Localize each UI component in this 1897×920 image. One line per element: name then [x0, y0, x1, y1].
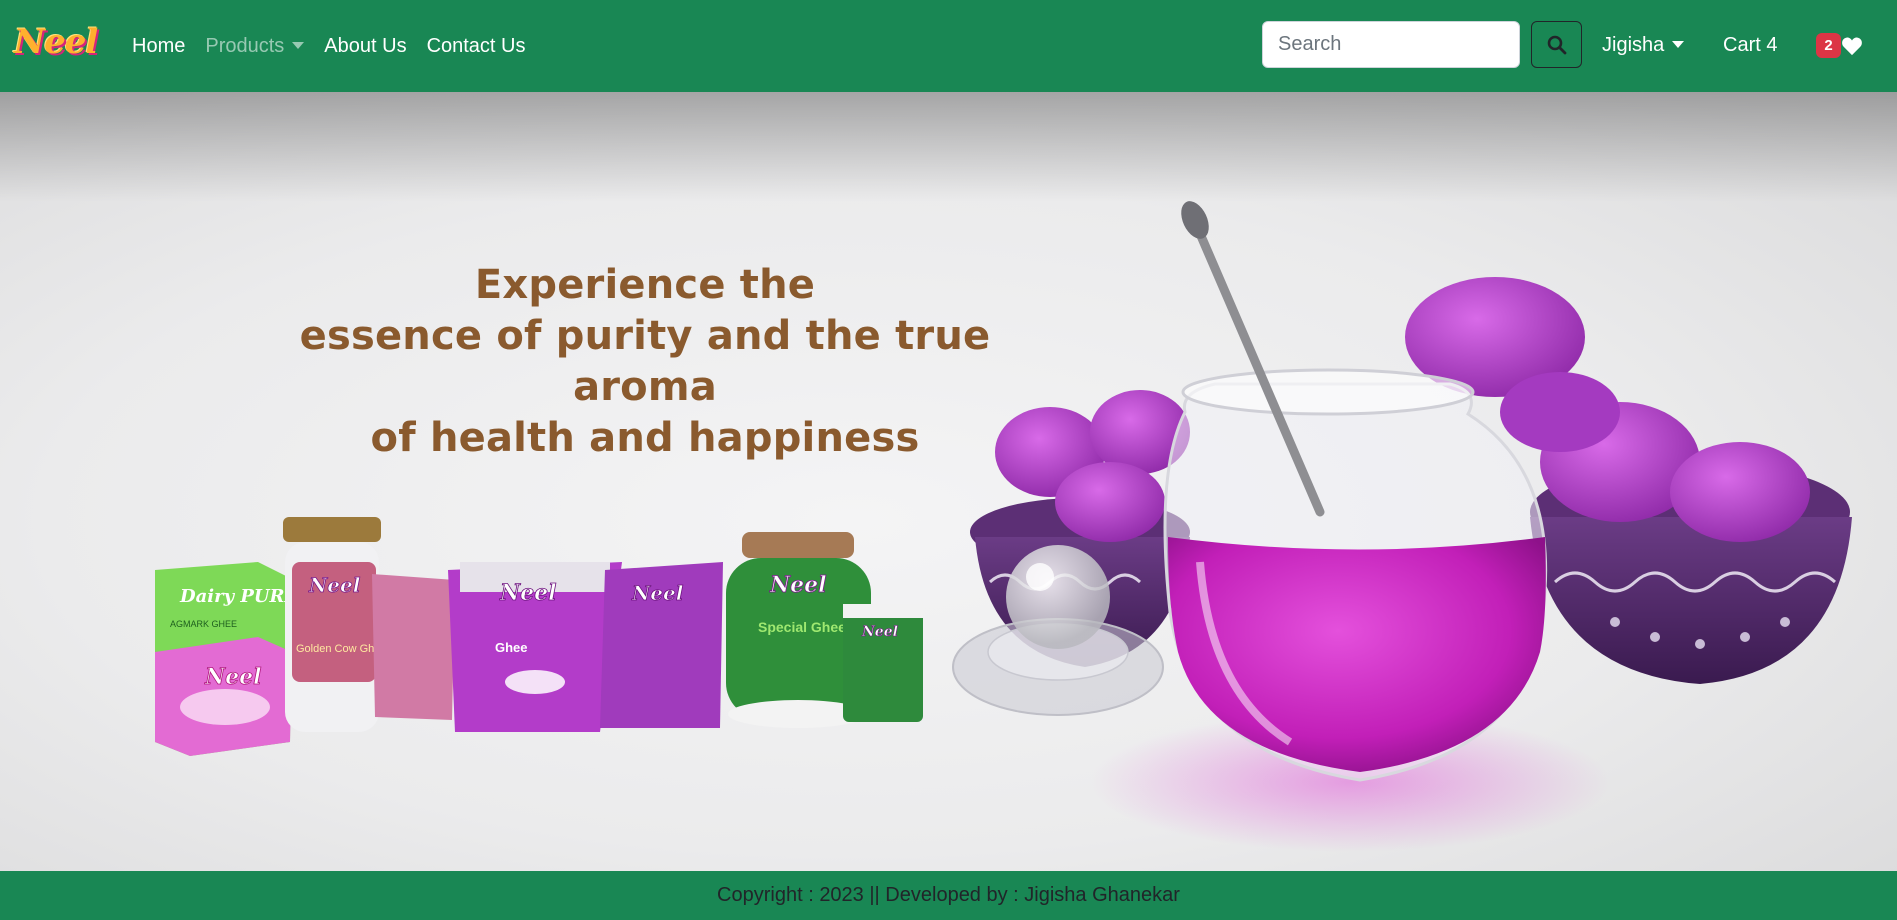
- nav-links: Home Products About Us Contact Us: [132, 30, 546, 62]
- ghee-jar: [1163, 368, 1548, 782]
- nav-home-link[interactable]: Home: [132, 30, 185, 62]
- site-footer: Copyright : 2023 || Developed by : Jigis…: [0, 871, 1897, 920]
- purple-pouch-brand: Neel: [499, 580, 556, 606]
- hero-headline-line-2: essence of purity and the true aroma: [299, 313, 991, 410]
- product-lineup: Dairy PURE AGMARK GHEE Neel Neel Golden …: [155, 517, 923, 756]
- nav-contact-label: Contact Us: [426, 35, 526, 57]
- user-name: Jigisha: [1602, 34, 1665, 56]
- purple-pouch-name: Ghee: [495, 640, 528, 655]
- caret-down-icon: [1672, 40, 1685, 48]
- footer-copyright: Copyright : 2023 || Developed by : Jigis…: [717, 884, 1180, 906]
- green-pouch-brand: Neel: [861, 624, 898, 640]
- nav-products-label: Products: [205, 35, 285, 57]
- wishlist-count-badge: 2: [1816, 33, 1841, 58]
- product-tetra-pack: Dairy PURE AGMARK GHEE Neel: [155, 562, 299, 756]
- product-purple-box: Neel: [600, 562, 723, 728]
- brand-logo-text: Neel: [14, 22, 98, 62]
- nav-about-link[interactable]: About Us: [324, 30, 406, 62]
- nav-products-dropdown[interactable]: Products: [205, 30, 305, 62]
- search-icon: [1547, 35, 1566, 54]
- tetra-box-brand: Neel: [204, 664, 261, 690]
- hero-top-shadow: [0, 92, 1897, 202]
- top-navbar: Neel Home Products About Us Contact Us J…: [0, 0, 1897, 92]
- hero-headline-line-3: of health and happiness: [370, 415, 920, 461]
- purple-box-brand: Neel: [631, 581, 684, 605]
- user-menu-dropdown[interactable]: Jigisha: [1602, 29, 1685, 61]
- wishlist-button[interactable]: 2: [1816, 33, 1863, 58]
- product-green-pouch: Neel: [843, 604, 923, 722]
- brand-logo[interactable]: Neel: [14, 22, 102, 62]
- nav-about-label: About Us: [324, 35, 407, 57]
- heart-icon: [1842, 37, 1862, 55]
- nav-contact-link[interactable]: Contact Us: [427, 30, 526, 62]
- caret-down-icon: [292, 41, 305, 49]
- special-jar-brand: Neel: [769, 572, 826, 598]
- product-golden-jar: Neel Golden Cow Ghee: [283, 517, 387, 732]
- tetra-box-subtitle: AGMARK GHEE: [170, 619, 237, 629]
- hero-headline-line-1: Experience the: [474, 262, 816, 308]
- hero-headline: Experience the essence of purity and the…: [240, 260, 1050, 464]
- hero-banner: Dairy PURE AGMARK GHEE Neel Neel Golden …: [0, 92, 1897, 871]
- golden-jar-brand: Neel: [308, 573, 361, 597]
- golden-jar-name: Golden Cow Ghee: [296, 643, 387, 655]
- hero-illustration: Dairy PURE AGMARK GHEE Neel Neel Golden …: [155, 201, 1852, 852]
- special-jar-name: Special Ghee: [758, 619, 846, 635]
- search-button[interactable]: [1531, 21, 1582, 68]
- cart-link[interactable]: Cart 4: [1723, 29, 1777, 61]
- product-purple-pouch: Neel Ghee: [448, 562, 622, 732]
- nav-home-label: Home: [132, 35, 186, 57]
- tetra-box-title: Dairy PURE: [179, 586, 299, 607]
- search-input[interactable]: [1262, 21, 1520, 68]
